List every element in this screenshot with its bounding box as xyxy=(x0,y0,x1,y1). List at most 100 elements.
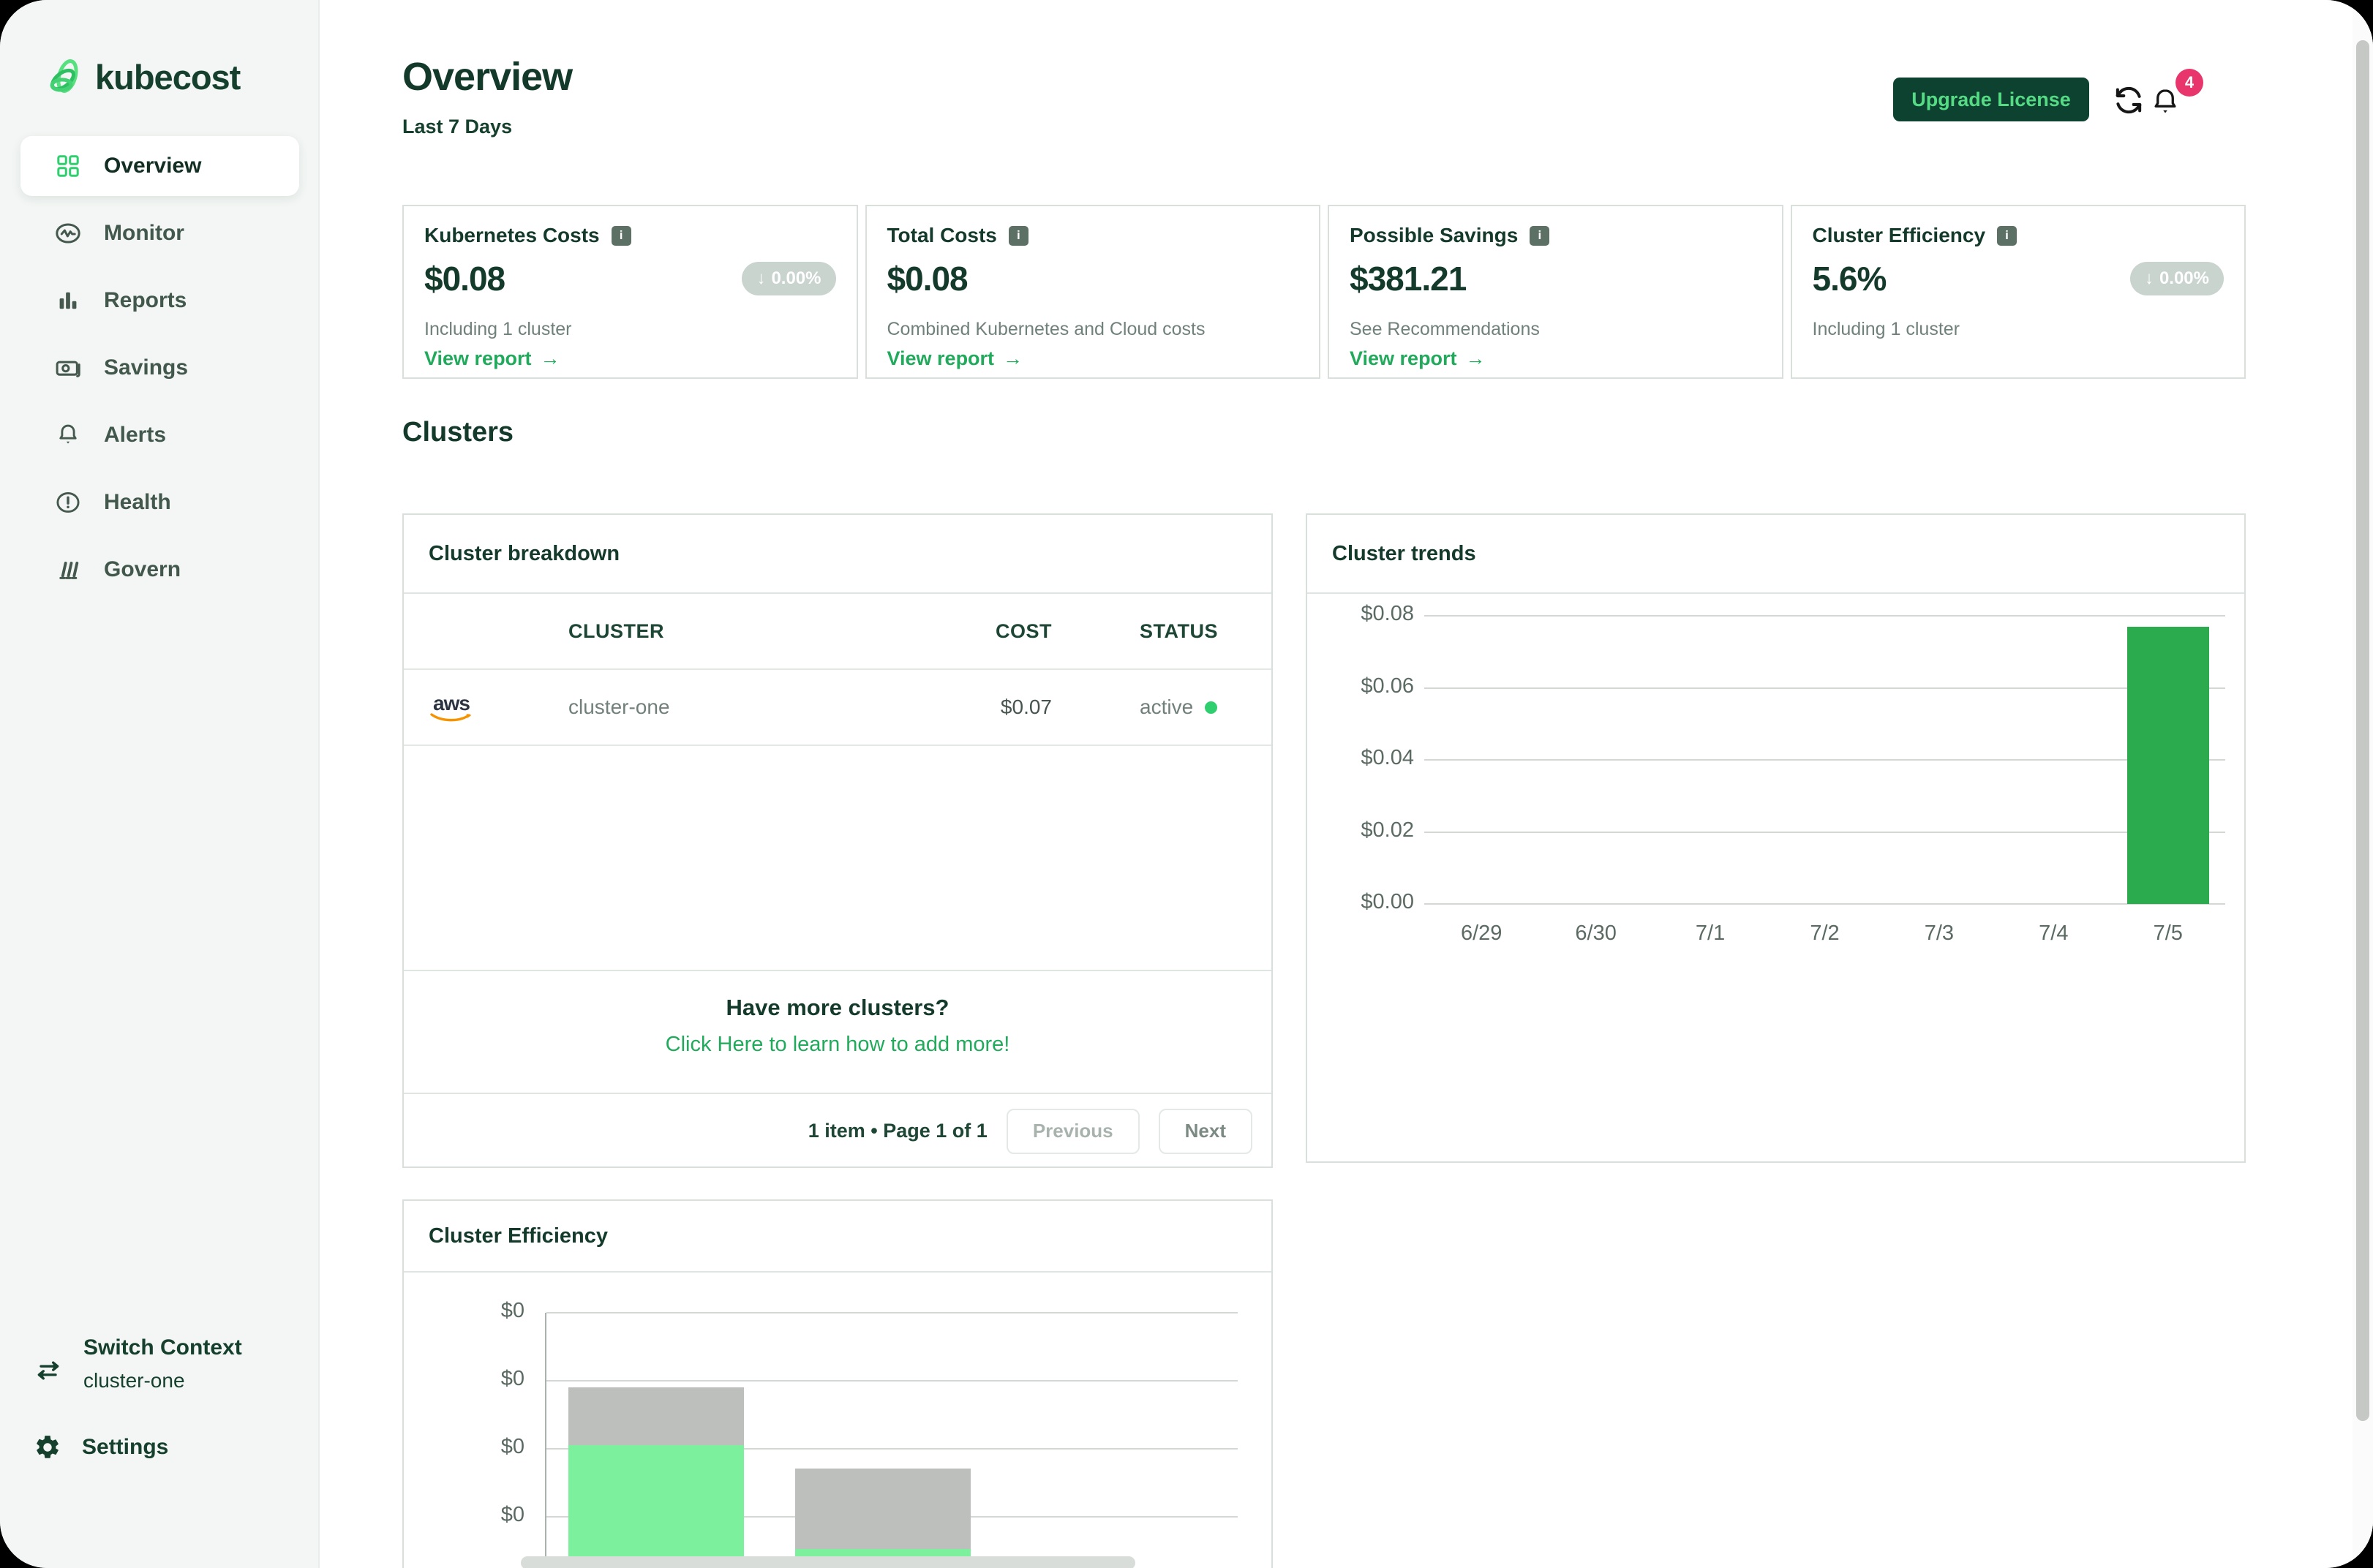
x-axis-tick: 7/3 xyxy=(1888,921,1990,946)
arrow-down-icon: ↓ xyxy=(2145,268,2154,289)
notifications-bell-icon[interactable] xyxy=(2149,86,2181,118)
efficiency-bar-total xyxy=(795,1469,971,1556)
gridline xyxy=(1424,615,2225,617)
page-title: Overview xyxy=(402,54,572,99)
cluster-breakdown-card: Cluster breakdown CLUSTER COST STATUS aw… xyxy=(402,513,1273,1168)
y-axis-tick: $0 xyxy=(404,1367,524,1391)
arrow-right-icon: → xyxy=(1466,347,1486,370)
table-empty-space xyxy=(404,746,1271,971)
monitor-icon xyxy=(54,219,82,247)
stat-subtext: Including 1 cluster xyxy=(424,319,836,340)
stat-subtext: See Recommendations xyxy=(1350,319,1761,340)
stat-label: Total Costs xyxy=(887,224,997,247)
column-status: STATUS xyxy=(1052,620,1271,643)
sidebar-item-alerts[interactable]: Alerts xyxy=(20,405,299,465)
x-axis-tick: 6/29 xyxy=(1430,921,1533,946)
info-icon[interactable]: i xyxy=(1530,226,1549,246)
switch-context[interactable]: Switch Context cluster-one xyxy=(34,1335,242,1392)
stat-value: $0.08 xyxy=(424,259,505,298)
gridline xyxy=(1424,832,2225,833)
x-axis-tick: 7/4 xyxy=(2002,921,2105,946)
stats-row: Kubernetes Costs i $0.08 ↓ 0.00% Includi… xyxy=(402,205,2246,379)
chart-horizontal-scrollbar xyxy=(521,1556,1135,1568)
sidebar-item-health[interactable]: Health xyxy=(20,472,299,532)
upgrade-license-button[interactable]: Upgrade License xyxy=(1893,78,2089,121)
main-content: Overview Last 7 Days Upgrade License 4 K… xyxy=(321,0,2373,1568)
notification-count-badge: 4 xyxy=(2175,69,2203,97)
y-axis-tick: $0.06 xyxy=(1307,674,1414,698)
arrow-right-icon: → xyxy=(1003,347,1023,370)
sidebar-item-reports[interactable]: Reports xyxy=(20,271,299,331)
efficiency-bar-used xyxy=(568,1445,744,1556)
sidebar-item-savings[interactable]: Savings xyxy=(20,338,299,398)
card-title: Cluster breakdown xyxy=(429,542,620,566)
sidebar-item-govern[interactable]: Govern xyxy=(20,540,299,600)
sidebar-item-settings[interactable]: Settings xyxy=(34,1433,168,1461)
kubecost-logo[interactable]: kubecost xyxy=(47,56,240,98)
y-axis-tick: $0 xyxy=(404,1503,524,1527)
card-title: Cluster Efficiency xyxy=(429,1224,608,1248)
gridline xyxy=(1424,903,2225,905)
next-page-button[interactable]: Next xyxy=(1159,1109,1252,1154)
bar-chart-icon xyxy=(54,287,82,314)
sidebar: kubecost Overview Mo xyxy=(0,0,320,1568)
scrollbar-thumb[interactable] xyxy=(2356,40,2369,1421)
x-axis-tick: 7/2 xyxy=(1774,921,1876,946)
cluster-cost: $0.07 xyxy=(862,696,1052,719)
previous-page-button[interactable]: Previous xyxy=(1007,1109,1140,1154)
status-dot xyxy=(1205,701,1217,714)
stat-card-kubernetes-costs: Kubernetes Costs i $0.08 ↓ 0.00% Includi… xyxy=(402,205,858,379)
sidebar-item-overview[interactable]: Overview xyxy=(20,136,299,196)
arrow-down-icon: ↓ xyxy=(756,268,765,289)
y-axis-tick: $0.00 xyxy=(1307,890,1414,914)
info-icon[interactable]: i xyxy=(1997,226,2017,246)
change-pill: ↓ 0.00% xyxy=(2130,262,2224,295)
refresh-icon[interactable] xyxy=(2112,83,2146,117)
table-row[interactable]: aws cluster-one $0.07 active xyxy=(404,670,1271,746)
gridline xyxy=(546,1312,1238,1313)
add-clusters-link[interactable]: Click Here to learn how to add more! xyxy=(404,1033,1271,1057)
kubecost-logo-icon xyxy=(47,56,85,98)
stat-card-possible-savings: Possible Savings i $381.21 See Recommend… xyxy=(1328,205,1783,379)
stat-card-total-costs: Total Costs i $0.08 Combined Kubernetes … xyxy=(865,205,1321,379)
app-window: kubecost Overview Mo xyxy=(0,0,2373,1568)
kubecost-wordmark: kubecost xyxy=(95,57,240,97)
change-pill: ↓ 0.00% xyxy=(742,262,835,295)
gridline xyxy=(1424,759,2225,761)
view-report-link[interactable]: View report→ xyxy=(887,347,1299,370)
cluster-efficiency-chart: $0$0$0$0 xyxy=(404,1274,1271,1568)
info-icon[interactable]: i xyxy=(1009,226,1028,246)
aws-logo: aws xyxy=(426,694,477,723)
gridline xyxy=(546,1380,1238,1382)
stat-value: 5.6% xyxy=(1813,259,1887,298)
switch-context-label: Switch Context xyxy=(83,1335,242,1360)
trend-bar xyxy=(2127,627,2209,904)
stat-label: Possible Savings xyxy=(1350,224,1518,247)
x-axis-tick: 7/1 xyxy=(1659,921,1761,946)
x-axis-tick: 6/30 xyxy=(1545,921,1647,946)
gear-icon xyxy=(34,1433,61,1461)
column-cluster: CLUSTER xyxy=(568,620,862,643)
table-header: CLUSTER COST STATUS xyxy=(404,594,1271,670)
sidebar-item-monitor[interactable]: Monitor xyxy=(20,203,299,263)
stat-value: $381.21 xyxy=(1350,259,1466,298)
efficiency-bar-used xyxy=(795,1549,971,1556)
y-axis-tick: $0 xyxy=(404,1299,524,1323)
column-cost: COST xyxy=(862,620,1052,643)
cluster-trends-chart: $0.00$0.02$0.04$0.06$0.086/296/307/17/27… xyxy=(1307,595,2244,1161)
clusters-heading: Clusters xyxy=(402,417,514,448)
stat-label: Cluster Efficiency xyxy=(1813,224,1986,247)
y-axis-line xyxy=(545,1313,546,1568)
gridline xyxy=(1424,687,2225,689)
date-range-label: Last 7 Days xyxy=(402,116,512,138)
card-title: Cluster trends xyxy=(1332,542,1476,566)
view-report-link[interactable]: View report→ xyxy=(1350,347,1761,370)
govern-icon xyxy=(54,556,82,584)
swap-arrows-icon xyxy=(34,1357,63,1392)
alert-circle-icon xyxy=(54,489,82,516)
info-icon[interactable]: i xyxy=(612,226,631,246)
promo-title: Have more clusters? xyxy=(404,995,1271,1021)
stat-subtext: Combined Kubernetes and Cloud costs xyxy=(887,319,1299,340)
view-report-link[interactable]: View report→ xyxy=(424,347,836,370)
stat-card-cluster-efficiency: Cluster Efficiency i 5.6% ↓ 0.00% Includ… xyxy=(1791,205,2246,379)
